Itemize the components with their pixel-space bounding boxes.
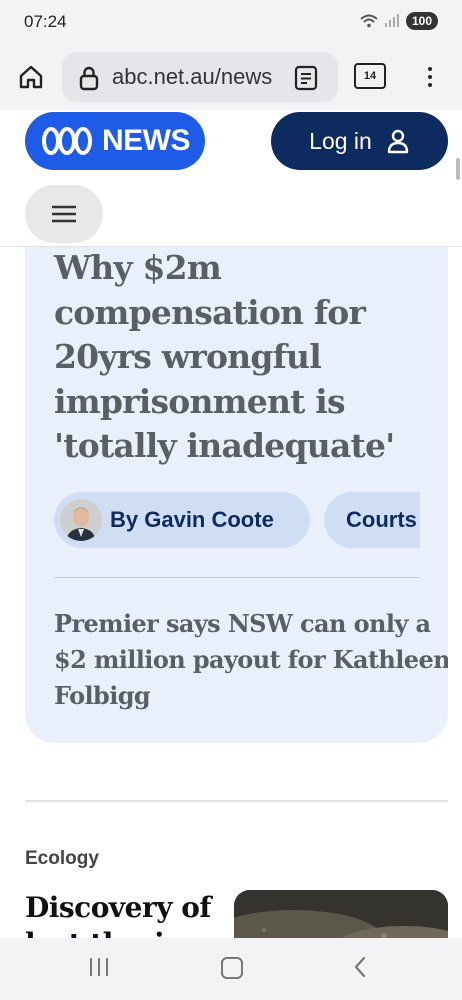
status-bar: 07:24 100 bbox=[0, 0, 462, 46]
summary-line: Folbigg bbox=[54, 681, 151, 710]
url-text[interactable]: abc.net.au/news bbox=[112, 64, 284, 90]
author-name: By Gavin Coote bbox=[110, 507, 274, 532]
recent-apps-button[interactable] bbox=[90, 958, 108, 976]
author-chip[interactable]: By Gavin Coote bbox=[54, 492, 310, 548]
wifi-icon bbox=[360, 14, 378, 28]
menu-dot bbox=[428, 75, 432, 79]
story-summary: Premier says NSW can only a $2 million p… bbox=[54, 606, 448, 714]
summary-line: Premier says NSW can only a bbox=[54, 609, 431, 638]
menu-dot bbox=[428, 83, 432, 87]
author-avatar bbox=[60, 499, 102, 541]
user-icon bbox=[387, 129, 409, 154]
section-divider bbox=[25, 800, 448, 802]
logo-wordmark: NEWS bbox=[102, 124, 191, 157]
topic-chip[interactable]: Courts bbox=[324, 492, 420, 548]
address-bar[interactable]: abc.net.au/news bbox=[62, 52, 338, 102]
status-time: 07:24 bbox=[24, 12, 67, 31]
login-label: Log in bbox=[309, 127, 372, 154]
battery-indicator: 100 bbox=[405, 12, 438, 30]
browser-toolbar: abc.net.au/news 14 bbox=[0, 46, 462, 110]
recents-bar bbox=[90, 958, 92, 976]
lock-icon bbox=[79, 66, 99, 91]
hamburger-icon bbox=[52, 205, 76, 223]
recents-bar bbox=[106, 958, 108, 976]
home-icon bbox=[19, 65, 43, 89]
card-divider bbox=[54, 577, 420, 578]
main-menu-button[interactable] bbox=[25, 185, 103, 243]
reader-mode-icon[interactable] bbox=[294, 65, 318, 91]
login-button[interactable]: Log in bbox=[271, 112, 448, 170]
signal-icon bbox=[384, 14, 399, 27]
status-icons: 100 bbox=[360, 12, 438, 30]
menu-dot bbox=[428, 67, 432, 71]
abc-news-logo[interactable]: NEWS bbox=[25, 112, 205, 170]
system-nav-bar bbox=[0, 938, 462, 1000]
story-title[interactable]: Discovery of lost theri bbox=[25, 890, 225, 938]
story-headline[interactable]: Why $2m compensation for 20yrs wrongful … bbox=[54, 246, 434, 469]
summary-line: $2 million payout for Kathleen bbox=[54, 645, 448, 674]
abc-lissajous-icon bbox=[42, 127, 92, 155]
back-icon[interactable] bbox=[353, 956, 367, 978]
tab-count-button[interactable]: 14 bbox=[354, 63, 386, 89]
page-scrollbar[interactable] bbox=[456, 158, 460, 180]
site-header: NEWS Log in bbox=[0, 110, 462, 247]
story-category[interactable]: Ecology bbox=[25, 848, 99, 870]
home-button[interactable] bbox=[14, 60, 48, 94]
featured-story-card[interactable]: Why $2m compensation for 20yrs wrongful … bbox=[25, 200, 448, 743]
system-home-button[interactable] bbox=[221, 957, 243, 979]
topic-name: Courts bbox=[346, 507, 417, 532]
recents-bar bbox=[98, 958, 100, 976]
browser-menu-button[interactable] bbox=[420, 60, 440, 94]
story-tags: By Gavin Coote Courts bbox=[54, 492, 420, 550]
